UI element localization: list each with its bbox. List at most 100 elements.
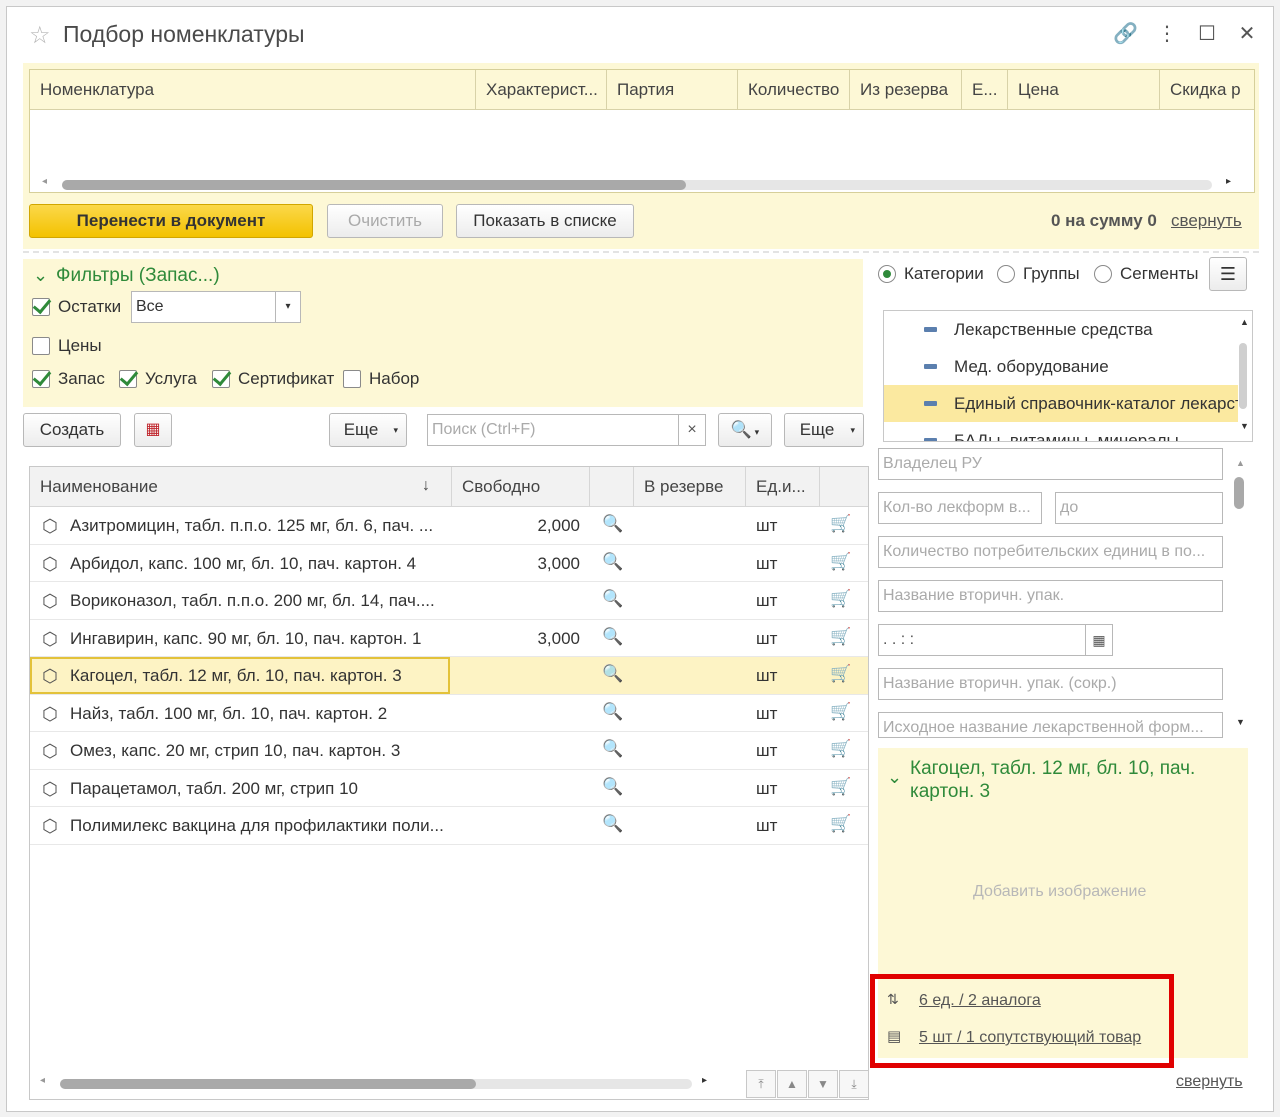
show-in-list-button[interactable]: Показать в списке: [456, 204, 634, 238]
magnifier-icon[interactable]: 🔍: [602, 589, 623, 609]
radio-categories[interactable]: [878, 265, 896, 283]
magnifier-icon[interactable]: 🔍: [602, 552, 623, 572]
table-row[interactable]: ⬡ Ингавирин, капс. 90 мг, бл. 10, пач. ка…: [30, 620, 868, 657]
transfer-to-document-button[interactable]: Перенести в документ: [29, 204, 313, 238]
favorite-star-icon[interactable]: ☆: [29, 21, 51, 50]
scroll-up-icon[interactable]: ▲: [1236, 458, 1245, 468]
table-row[interactable]: ⬡ Азитромицин, табл. п.п.о. 125 мг, бл. 6…: [30, 507, 868, 545]
category-item[interactable]: Лекарственные средства: [884, 311, 1238, 348]
table-row[interactable]: ⬡ Найз, табл. 100 мг, бл. 10, пач. картон…: [30, 695, 868, 732]
radio-groups[interactable]: [997, 265, 1015, 283]
table-add-icon[interactable]: ▦: [134, 413, 172, 447]
sort-arrow-icon[interactable]: ↓: [422, 477, 430, 495]
add-to-cart-icon[interactable]: 🛒: [830, 514, 851, 534]
nabor-checkbox[interactable]: [343, 370, 361, 388]
magnifier-icon[interactable]: 🔍: [602, 777, 623, 797]
magnifier-icon[interactable]: 🔍: [602, 702, 623, 722]
table-row[interactable]: ⬡ Вориконазол, табл. п.п.о. 200 мг, бл. 1…: [30, 582, 868, 620]
table-row[interactable]: ⬡ Арбидол, капс. 100 мг, бл. 10, пач. кар…: [30, 545, 868, 582]
col-name[interactable]: Наименование: [30, 467, 452, 507]
close-icon[interactable]: ✕: [1235, 21, 1259, 46]
chevron-down-icon[interactable]: ⌄: [33, 265, 48, 286]
table-row[interactable]: ⬡ Парацетамол, табл. 200 мг, стрип 10 🔍 шт 🛒: [30, 770, 868, 807]
lekform-count-from-field[interactable]: Кол-во лекформ в...: [878, 492, 1042, 524]
secondary-pack-short-field[interactable]: Название вторичн. упак. (сокр.): [878, 668, 1223, 700]
add-to-cart-icon[interactable]: 🛒: [830, 739, 851, 759]
top-grid-scroll-thumb[interactable]: [62, 180, 686, 190]
scroll-left-icon[interactable]: ◂: [42, 176, 47, 187]
add-to-cart-icon[interactable]: 🛒: [830, 777, 851, 797]
collapse-top-link[interactable]: свернуть: [1171, 211, 1242, 231]
category-item[interactable]: Мед. оборудование: [884, 348, 1238, 385]
owner-ru-field[interactable]: Владелец РУ: [878, 448, 1223, 480]
filters-title[interactable]: Фильтры (Запас...): [56, 265, 220, 287]
sertifikat-checkbox[interactable]: [212, 370, 230, 388]
link-icon[interactable]: 🔗: [1113, 21, 1138, 46]
more-button-1[interactable]: Еще ▾: [329, 413, 407, 447]
magnifier-icon[interactable]: 🔍: [602, 814, 623, 834]
table-row[interactable]: ⬡ Кагоцел, табл. 12 мг, бл. 10, пач. карт…: [30, 657, 868, 695]
add-image-link[interactable]: Добавить изображение: [973, 883, 1146, 901]
menu-lines-icon[interactable]: ☰: [1209, 257, 1247, 291]
calendar-icon[interactable]: ▦: [1085, 624, 1113, 656]
dropdown-arrow-icon[interactable]: ▾: [275, 291, 301, 323]
table-row[interactable]: ⬡ Полимилекс вакцина для профилактики пол…: [30, 807, 868, 845]
scroll-down-icon[interactable]: ▼: [1236, 717, 1245, 727]
lekform-count-to-field[interactable]: до: [1055, 492, 1223, 524]
col-unit[interactable]: Ед.и...: [746, 467, 820, 507]
usluga-checkbox[interactable]: [119, 370, 137, 388]
prev-page-icon[interactable]: ▲: [777, 1070, 807, 1098]
scroll-right-icon[interactable]: ▸: [1226, 176, 1231, 187]
original-form-name-field[interactable]: Исходное название лекарственной форм...: [878, 712, 1223, 738]
col-discount[interactable]: Скидка р: [1160, 70, 1254, 110]
zapas-checkbox[interactable]: [32, 370, 50, 388]
maximize-icon[interactable]: ☐: [1195, 21, 1219, 46]
col-reserve[interactable]: В резерве: [634, 467, 746, 507]
analogs-link[interactable]: 6 ед. / 2 аналога: [919, 992, 1041, 1010]
create-button[interactable]: Создать: [23, 413, 121, 447]
add-to-cart-icon[interactable]: 🛒: [830, 589, 851, 609]
scroll-right-icon[interactable]: ▸: [702, 1075, 707, 1086]
scroll-down-icon[interactable]: ▼: [1240, 421, 1249, 431]
add-to-cart-icon[interactable]: 🛒: [830, 664, 851, 684]
scroll-left-icon[interactable]: ◂: [40, 1075, 45, 1086]
category-item-selected[interactable]: Единый справочник-каталог лекарст: [884, 385, 1238, 422]
ostatki-checkbox[interactable]: [32, 298, 50, 316]
last-page-icon[interactable]: ⤓: [839, 1070, 869, 1098]
chevron-down-icon[interactable]: ⌄: [887, 767, 902, 788]
add-to-cart-icon[interactable]: 🛒: [830, 627, 851, 647]
col-characteristic[interactable]: Характерист...: [476, 70, 607, 110]
ostatki-select[interactable]: Все: [131, 291, 277, 323]
add-to-cart-icon[interactable]: 🛒: [830, 814, 851, 834]
properties-scroll-thumb[interactable]: [1234, 477, 1244, 509]
clear-search-icon[interactable]: ×: [678, 414, 706, 446]
first-page-icon[interactable]: ⤒: [746, 1070, 776, 1098]
col-price[interactable]: Цена: [1008, 70, 1160, 110]
table-row[interactable]: ⬡ Омез, капс. 20 мг, стрип 10, пач. карто…: [30, 732, 868, 770]
magnifier-icon[interactable]: 🔍: [602, 627, 623, 647]
col-free[interactable]: Свободно: [452, 467, 590, 507]
collapse-details-link[interactable]: свернуть: [1176, 1073, 1243, 1091]
scroll-up-icon[interactable]: ▲: [1240, 317, 1249, 327]
search-input[interactable]: Поиск (Ctrl+F): [427, 414, 679, 446]
clear-button[interactable]: Очистить: [327, 204, 443, 238]
col-quantity[interactable]: Количество: [738, 70, 850, 110]
ceny-checkbox[interactable]: [32, 337, 50, 355]
next-page-icon[interactable]: ▼: [808, 1070, 838, 1098]
add-to-cart-icon[interactable]: 🛒: [830, 552, 851, 572]
more-vertical-icon[interactable]: ⋮: [1155, 21, 1179, 46]
more-button-2[interactable]: Еще ▾: [784, 413, 864, 447]
add-to-cart-icon[interactable]: 🛒: [830, 702, 851, 722]
category-scroll-thumb[interactable]: [1239, 343, 1247, 409]
radio-segments[interactable]: [1094, 265, 1112, 283]
date-field[interactable]: . . : :: [878, 624, 1086, 656]
col-nomenclature[interactable]: Номенклатура: [30, 70, 476, 110]
magnifier-icon[interactable]: 🔍: [602, 664, 623, 684]
col-from-reserve[interactable]: Из резерва: [850, 70, 962, 110]
col-batch[interactable]: Партия: [607, 70, 738, 110]
magnifier-icon[interactable]: 🔍: [602, 514, 623, 534]
secondary-pack-name-field[interactable]: Название вторичн. упак.: [878, 580, 1223, 612]
search-button[interactable]: 🔍 ▾: [718, 413, 772, 447]
category-item[interactable]: БАДы, витамины, минералы: [884, 422, 1238, 441]
related-goods-link[interactable]: 5 шт / 1 сопутствующий товар: [919, 1029, 1141, 1047]
